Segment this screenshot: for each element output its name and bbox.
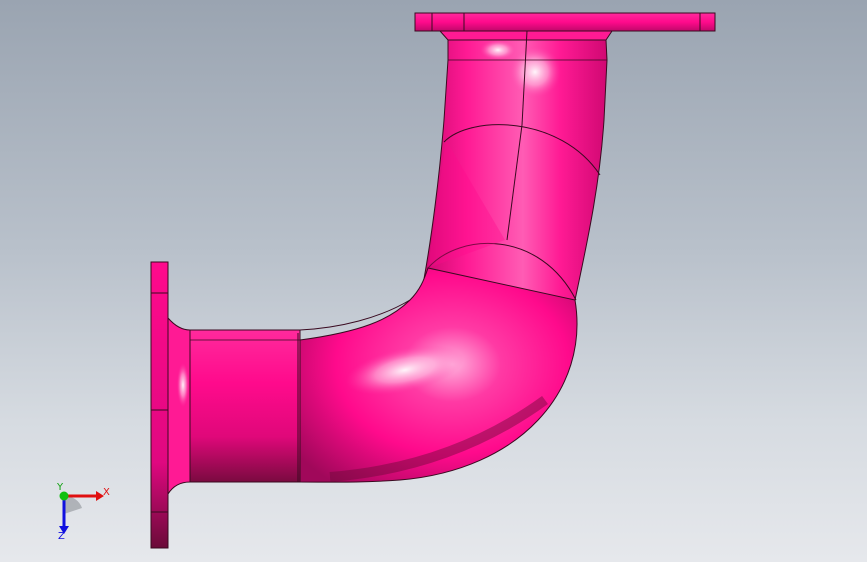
z-axis-label: Z [58,531,65,542]
graphics-viewport[interactable]: X Y Z [0,0,867,562]
axis-triad[interactable]: X Y Z [48,482,112,548]
pipe-elbow-model[interactable] [0,0,867,562]
x-axis-label: X [103,487,110,498]
top-flange[interactable] [414,12,716,41]
y-axis-label: Y [57,482,64,493]
left-flange[interactable] [150,261,169,549]
